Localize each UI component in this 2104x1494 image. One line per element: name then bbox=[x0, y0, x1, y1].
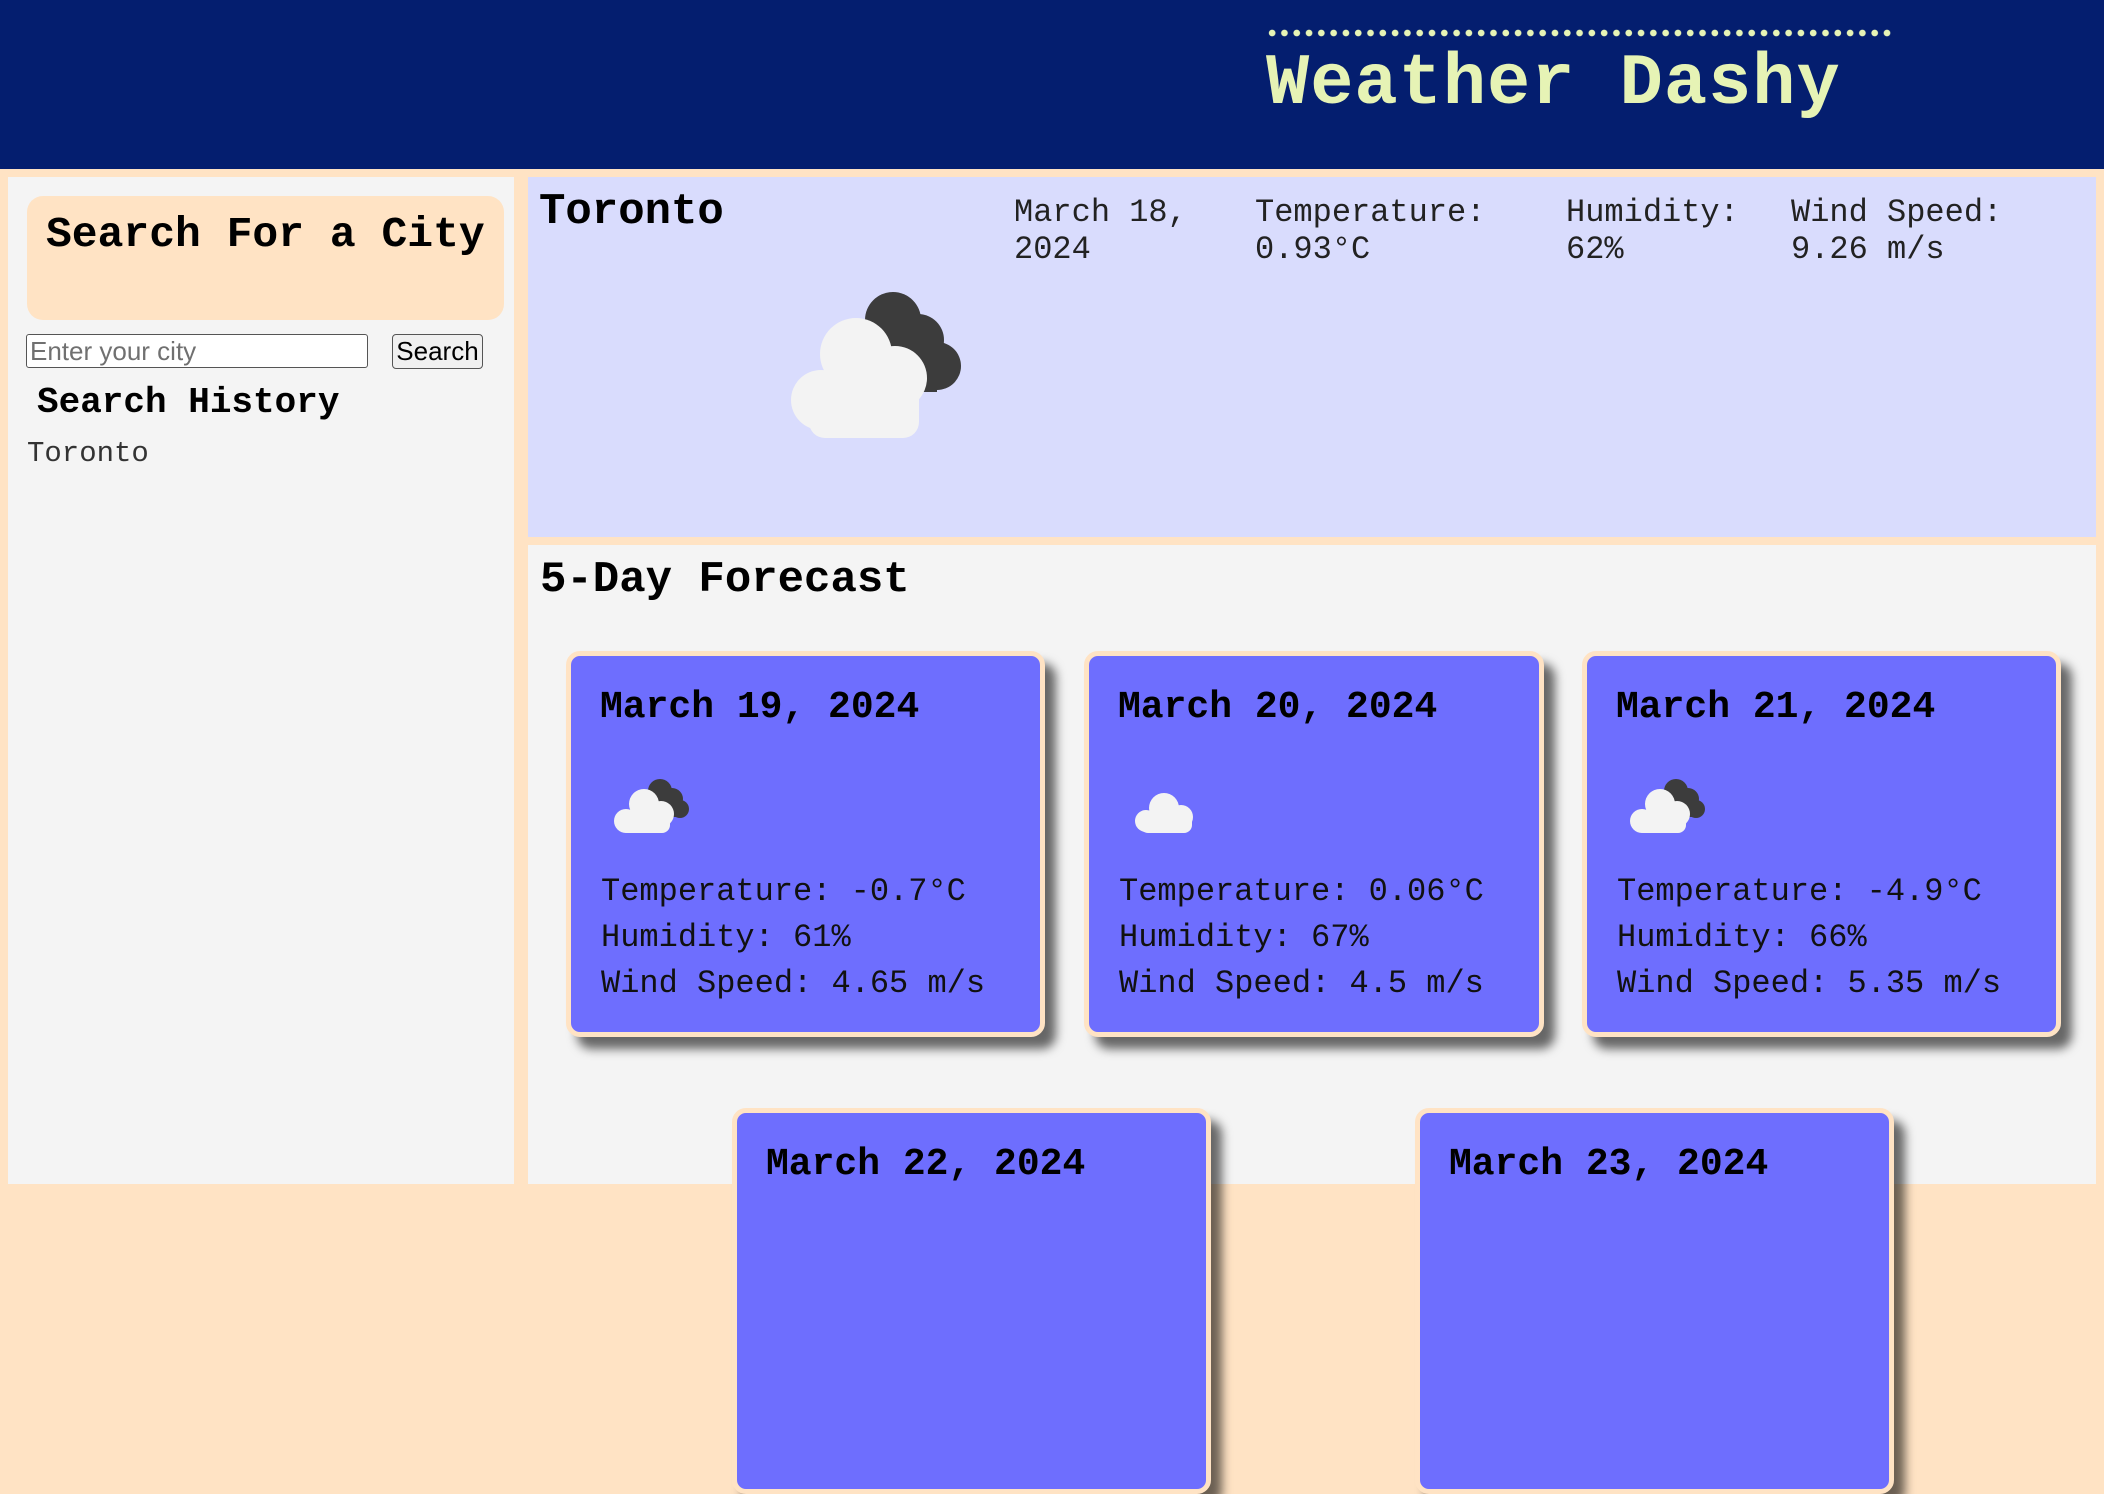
history-item-toronto[interactable]: Toronto bbox=[27, 437, 149, 471]
cloud-night-icon bbox=[606, 772, 696, 841]
forecast-humidity: Humidity: 67% bbox=[1119, 919, 1369, 956]
search-button[interactable]: Search bbox=[392, 334, 483, 369]
sidebar: Search For a City Search Search History … bbox=[8, 177, 514, 1184]
current-humidity: Humidity: 62% bbox=[1566, 194, 1739, 268]
header-bar: Weather Dashy bbox=[0, 0, 2104, 169]
search-history-heading: Search History bbox=[37, 382, 340, 423]
current-date: March 18, 2024 bbox=[1014, 194, 1187, 268]
cloud-night-icon bbox=[1622, 772, 1712, 841]
forecast-title: 5-Day Forecast bbox=[540, 555, 910, 605]
title-dotted-border bbox=[1266, 28, 1894, 38]
forecast-card: March 22, 2024 bbox=[732, 1108, 1211, 1494]
search-heading-box: Search For a City bbox=[27, 196, 504, 320]
forecast-section: 5-Day Forecast March 19, 2024 Temperatur… bbox=[528, 545, 2096, 1494]
forecast-date: March 19, 2024 bbox=[600, 686, 920, 729]
city-search-input[interactable] bbox=[26, 334, 368, 368]
forecast-humidity: Humidity: 66% bbox=[1617, 919, 1867, 956]
forecast-temperature: Temperature: 0.06°C bbox=[1119, 873, 1484, 910]
current-city-name: Toronto bbox=[539, 187, 724, 237]
forecast-wind-speed: Wind Speed: 4.5 m/s bbox=[1119, 965, 1484, 1002]
current-temperature: Temperature: 0.93°C bbox=[1255, 194, 1486, 268]
forecast-wind-speed: Wind Speed: 5.35 m/s bbox=[1617, 965, 2002, 1002]
forecast-card: March 19, 2024 Temperature: -0.7°C Humid… bbox=[566, 651, 1045, 1037]
cloud-icon bbox=[1124, 772, 1214, 841]
forecast-date: March 20, 2024 bbox=[1118, 686, 1438, 729]
current-wind-speed: Wind Speed: 9.26 m/s bbox=[1791, 194, 2003, 268]
forecast-card: March 23, 2024 bbox=[1415, 1108, 1894, 1494]
forecast-wind-speed: Wind Speed: 4.65 m/s bbox=[601, 965, 986, 1002]
forecast-date: March 21, 2024 bbox=[1616, 686, 1936, 729]
forecast-date: March 22, 2024 bbox=[766, 1143, 1086, 1186]
forecast-date: March 23, 2024 bbox=[1449, 1143, 1769, 1186]
forecast-card: March 20, 2024 Temperature: 0.06°C Humid… bbox=[1084, 651, 1544, 1037]
forecast-temperature: Temperature: -4.9°C bbox=[1617, 873, 1982, 910]
search-heading: Search For a City bbox=[46, 210, 485, 259]
current-weather-panel: Toronto March 18, 2024 Temperature: 0.93… bbox=[528, 177, 2096, 537]
forecast-card: March 21, 2024 Temperature: -4.9°C Humid… bbox=[1582, 651, 2061, 1037]
forecast-humidity: Humidity: 61% bbox=[601, 919, 851, 956]
forecast-temperature: Temperature: -0.7°C bbox=[601, 873, 966, 910]
app-title: Weather Dashy bbox=[1266, 43, 1841, 125]
cloud-night-icon bbox=[777, 276, 967, 451]
